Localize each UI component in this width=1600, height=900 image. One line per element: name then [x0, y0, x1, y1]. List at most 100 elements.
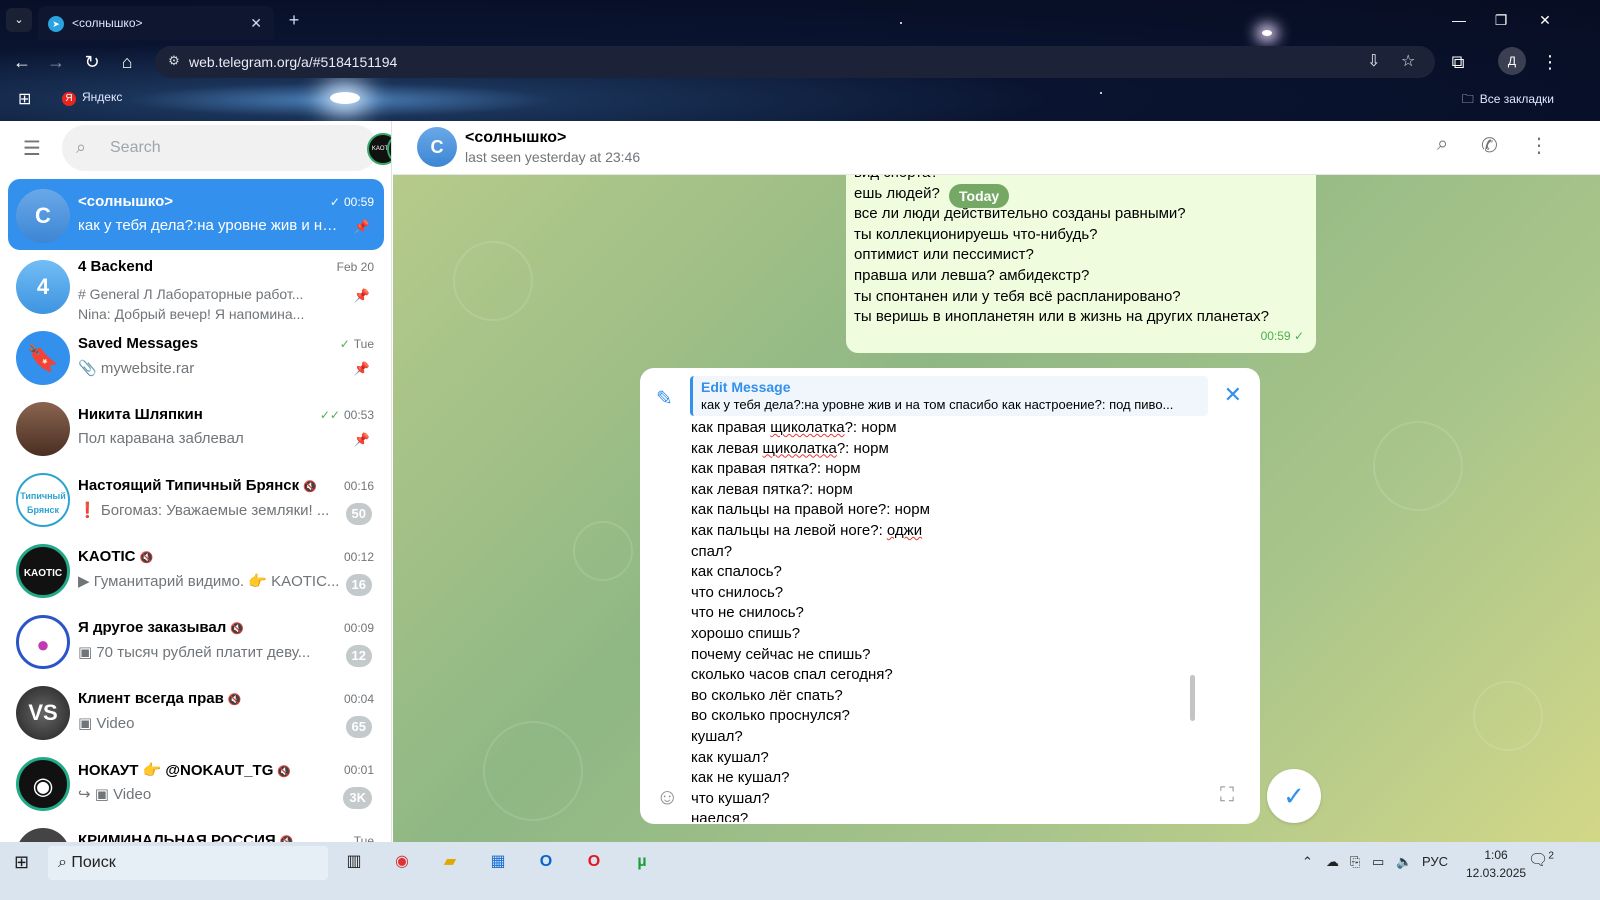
reload-button[interactable]: ↻: [78, 48, 106, 76]
close-icon[interactable]: ✕: [1224, 382, 1242, 408]
emoji-icon[interactable]: ☺: [656, 784, 678, 810]
chat-time: 00:16: [343, 479, 374, 493]
avatar: 4: [16, 260, 70, 314]
pin-icon: 📌: [353, 432, 370, 447]
tray-overflow-icon[interactable]: ⌃: [1302, 854, 1313, 870]
chat-preview: ▶ Гуманитарий видимо. 👉 KAOTIC...: [78, 573, 340, 590]
phone-icon[interactable]: ✆: [1481, 133, 1498, 158]
chat-preview: # General Л Лабораторные работ...: [78, 286, 304, 302]
system-clock[interactable]: 1:06 12.03.2025: [1466, 846, 1526, 882]
edit-message-reply[interactable]: Edit Message как у тебя дела?:на уровне …: [690, 376, 1208, 416]
onedrive-icon[interactable]: ☁: [1326, 854, 1339, 870]
more-menu-icon[interactable]: ⋮: [1529, 133, 1549, 158]
message-composer: ✎ Edit Message как у тебя дела?:на уровн…: [640, 368, 1260, 824]
input-scrollbar[interactable]: [1190, 675, 1195, 721]
chat-preview: как у тебя дела?:на уровне жив и на том …: [78, 217, 338, 234]
muted-icon: 🔇: [230, 623, 244, 635]
chat-item-nikita[interactable]: Никита Шляпкин ✓✓ 00:53 Пол каравана забл…: [8, 392, 384, 463]
profile-avatar[interactable]: Д: [1498, 47, 1526, 75]
chat-item-4-backend[interactable]: 4 4 Backend Feb 20 # General Л Лаборатор…: [8, 250, 384, 322]
chat-item-klient[interactable]: VS Клиент всегда прав 🔇 00:04 ▣ Video 65: [8, 676, 384, 747]
new-tab-button[interactable]: +: [282, 8, 306, 32]
chat-list: С <солнышко> ✓ 00:59 как у тебя дела?:на …: [0, 179, 391, 861]
last-seen-status: last seen yesterday at 23:46: [465, 149, 641, 165]
chat-item-saved-messages[interactable]: 🔖 Saved Messages ✓ Tue 📎 mywebsite.rar 📌: [8, 321, 384, 392]
chat-time: 00:09: [343, 621, 374, 635]
extensions-icon[interactable]: ⧉: [1444, 48, 1472, 76]
attach-icon[interactable]: ⛶: [1220, 784, 1234, 807]
chat-avatar[interactable]: С: [417, 127, 457, 167]
unread-badge: 50: [345, 503, 372, 525]
back-button[interactable]: ←: [8, 48, 36, 76]
chat-time: ✓ Tue: [339, 337, 374, 351]
notification-icon[interactable]: 🗨2: [1528, 850, 1554, 870]
chat-header[interactable]: С <солнышко> last seen yesterday at 23:4…: [393, 121, 1600, 175]
bookmark-star-icon[interactable]: ☆: [1401, 46, 1415, 78]
address-bar[interactable]: ⚙ web.telegram.org/a/#5184151194 ⇩ ☆: [155, 46, 1435, 78]
chat-title[interactable]: <солнышко>: [465, 129, 566, 147]
restore-button[interactable]: ❐: [1486, 8, 1516, 32]
tab-search-button[interactable]: ⌄: [6, 8, 32, 32]
utorrent-icon[interactable]: µ: [626, 848, 658, 876]
home-button[interactable]: ⌂: [113, 48, 141, 76]
chat-item-bryansk[interactable]: Типичный Брянск Настоящий Типичный Брянс…: [8, 463, 384, 534]
edit-title: Edit Message: [701, 379, 791, 395]
chat-name: <солнышко>: [78, 193, 174, 210]
browser-tab[interactable]: ➤ <солнышко> ✕: [38, 6, 274, 40]
edit-preview: как у тебя дела?:на уровне жив и на том …: [701, 397, 1174, 412]
outlook-icon[interactable]: O: [530, 848, 562, 876]
search-icon: ⌕: [76, 137, 87, 157]
minimize-button[interactable]: —: [1444, 8, 1474, 32]
explorer-icon[interactable]: ▰: [434, 848, 466, 876]
language-indicator[interactable]: РУС: [1422, 854, 1448, 869]
save-edit-button[interactable]: ✓: [1267, 769, 1321, 823]
hamburger-menu-icon[interactable]: ☰: [18, 135, 46, 163]
chat-preview: ❗ Богомаз: Уважаемые земляки! ...: [78, 502, 330, 519]
chrome-icon[interactable]: ◉: [386, 848, 418, 876]
stories-ribbon[interactable]: KAOTIC: [367, 133, 391, 165]
message-meta: 00:59 ✓: [1260, 329, 1304, 344]
pencil-icon: ✎: [656, 388, 673, 410]
pin-icon: 📌: [353, 361, 370, 376]
browser-menu-icon[interactable]: ⋮: [1536, 48, 1564, 76]
chat-item-kaotic[interactable]: KAOTIC KAOTIC 🔇 00:12 ▶ Гуманитарий видим…: [8, 534, 384, 605]
close-window-button[interactable]: ✕: [1530, 8, 1560, 32]
opera-icon[interactable]: O: [578, 848, 610, 876]
chat-time: 00:12: [343, 550, 374, 564]
search-input[interactable]: ⌕ Search KAOTIC: [62, 125, 391, 171]
taskbar-search[interactable]: ⌕ Поиск: [48, 846, 328, 880]
chat-item-solnyshko[interactable]: С <солнышко> ✓ 00:59 как у тебя дела?:на …: [8, 179, 384, 250]
chat-item-nokaut[interactable]: ◉ НОКАУТ 👉 @NOKAUT_TG 🔇 00:01 ↪ ▣ Video 3…: [8, 747, 384, 818]
double-check-icon: ✓✓: [319, 408, 340, 422]
usb-icon[interactable]: ⎘: [1350, 854, 1360, 870]
avatar: [16, 402, 70, 456]
install-app-icon[interactable]: ⇩: [1367, 46, 1380, 78]
bookmark-yandex[interactable]: Я Яндекс: [62, 90, 122, 106]
date-badge: Today: [949, 184, 1010, 208]
volume-icon[interactable]: 🔈: [1396, 854, 1412, 870]
muted-icon: 🔇: [277, 766, 292, 778]
network-icon[interactable]: ▭: [1372, 854, 1384, 870]
chat-preview: ▣ 70 тысяч рублей платит деву...: [78, 644, 311, 661]
close-tab-icon[interactable]: ✕: [250, 6, 262, 40]
forward-button[interactable]: →: [42, 48, 70, 76]
task-view-icon[interactable]: ▥: [338, 848, 370, 876]
all-bookmarks[interactable]: 🗀 Все закладки: [1462, 90, 1554, 111]
site-info-icon[interactable]: ⚙: [165, 53, 183, 71]
outgoing-message[interactable]: вид спорта? ешь людей? все ли люди дейст…: [846, 175, 1316, 353]
chat-time: Feb 20: [336, 260, 374, 274]
folder-icon: 🗀: [1461, 92, 1474, 106]
search-icon[interactable]: ⌕: [1437, 133, 1448, 156]
unread-badge: 3K: [343, 787, 372, 809]
url-text[interactable]: web.telegram.org/a/#5184151194: [189, 46, 397, 78]
chat-name: Saved Messages: [78, 335, 199, 352]
yandex-icon: Я: [62, 92, 76, 106]
store-icon[interactable]: ▦: [482, 848, 514, 876]
avatar: Типичный Брянск: [16, 473, 70, 527]
apps-grid-icon[interactable]: ⊞: [18, 89, 31, 109]
message-input[interactable]: как правая щиколатка?: норм как левая щи…: [691, 418, 1191, 822]
avatar: ◉: [16, 757, 70, 811]
chat-item-ya-drugoe[interactable]: ● Я другое заказывал 🔇 00:09 ▣ 70 тысяч р…: [8, 605, 384, 676]
windows-start-icon[interactable]: ⊞: [14, 852, 29, 873]
muted-icon: 🔇: [303, 481, 317, 493]
